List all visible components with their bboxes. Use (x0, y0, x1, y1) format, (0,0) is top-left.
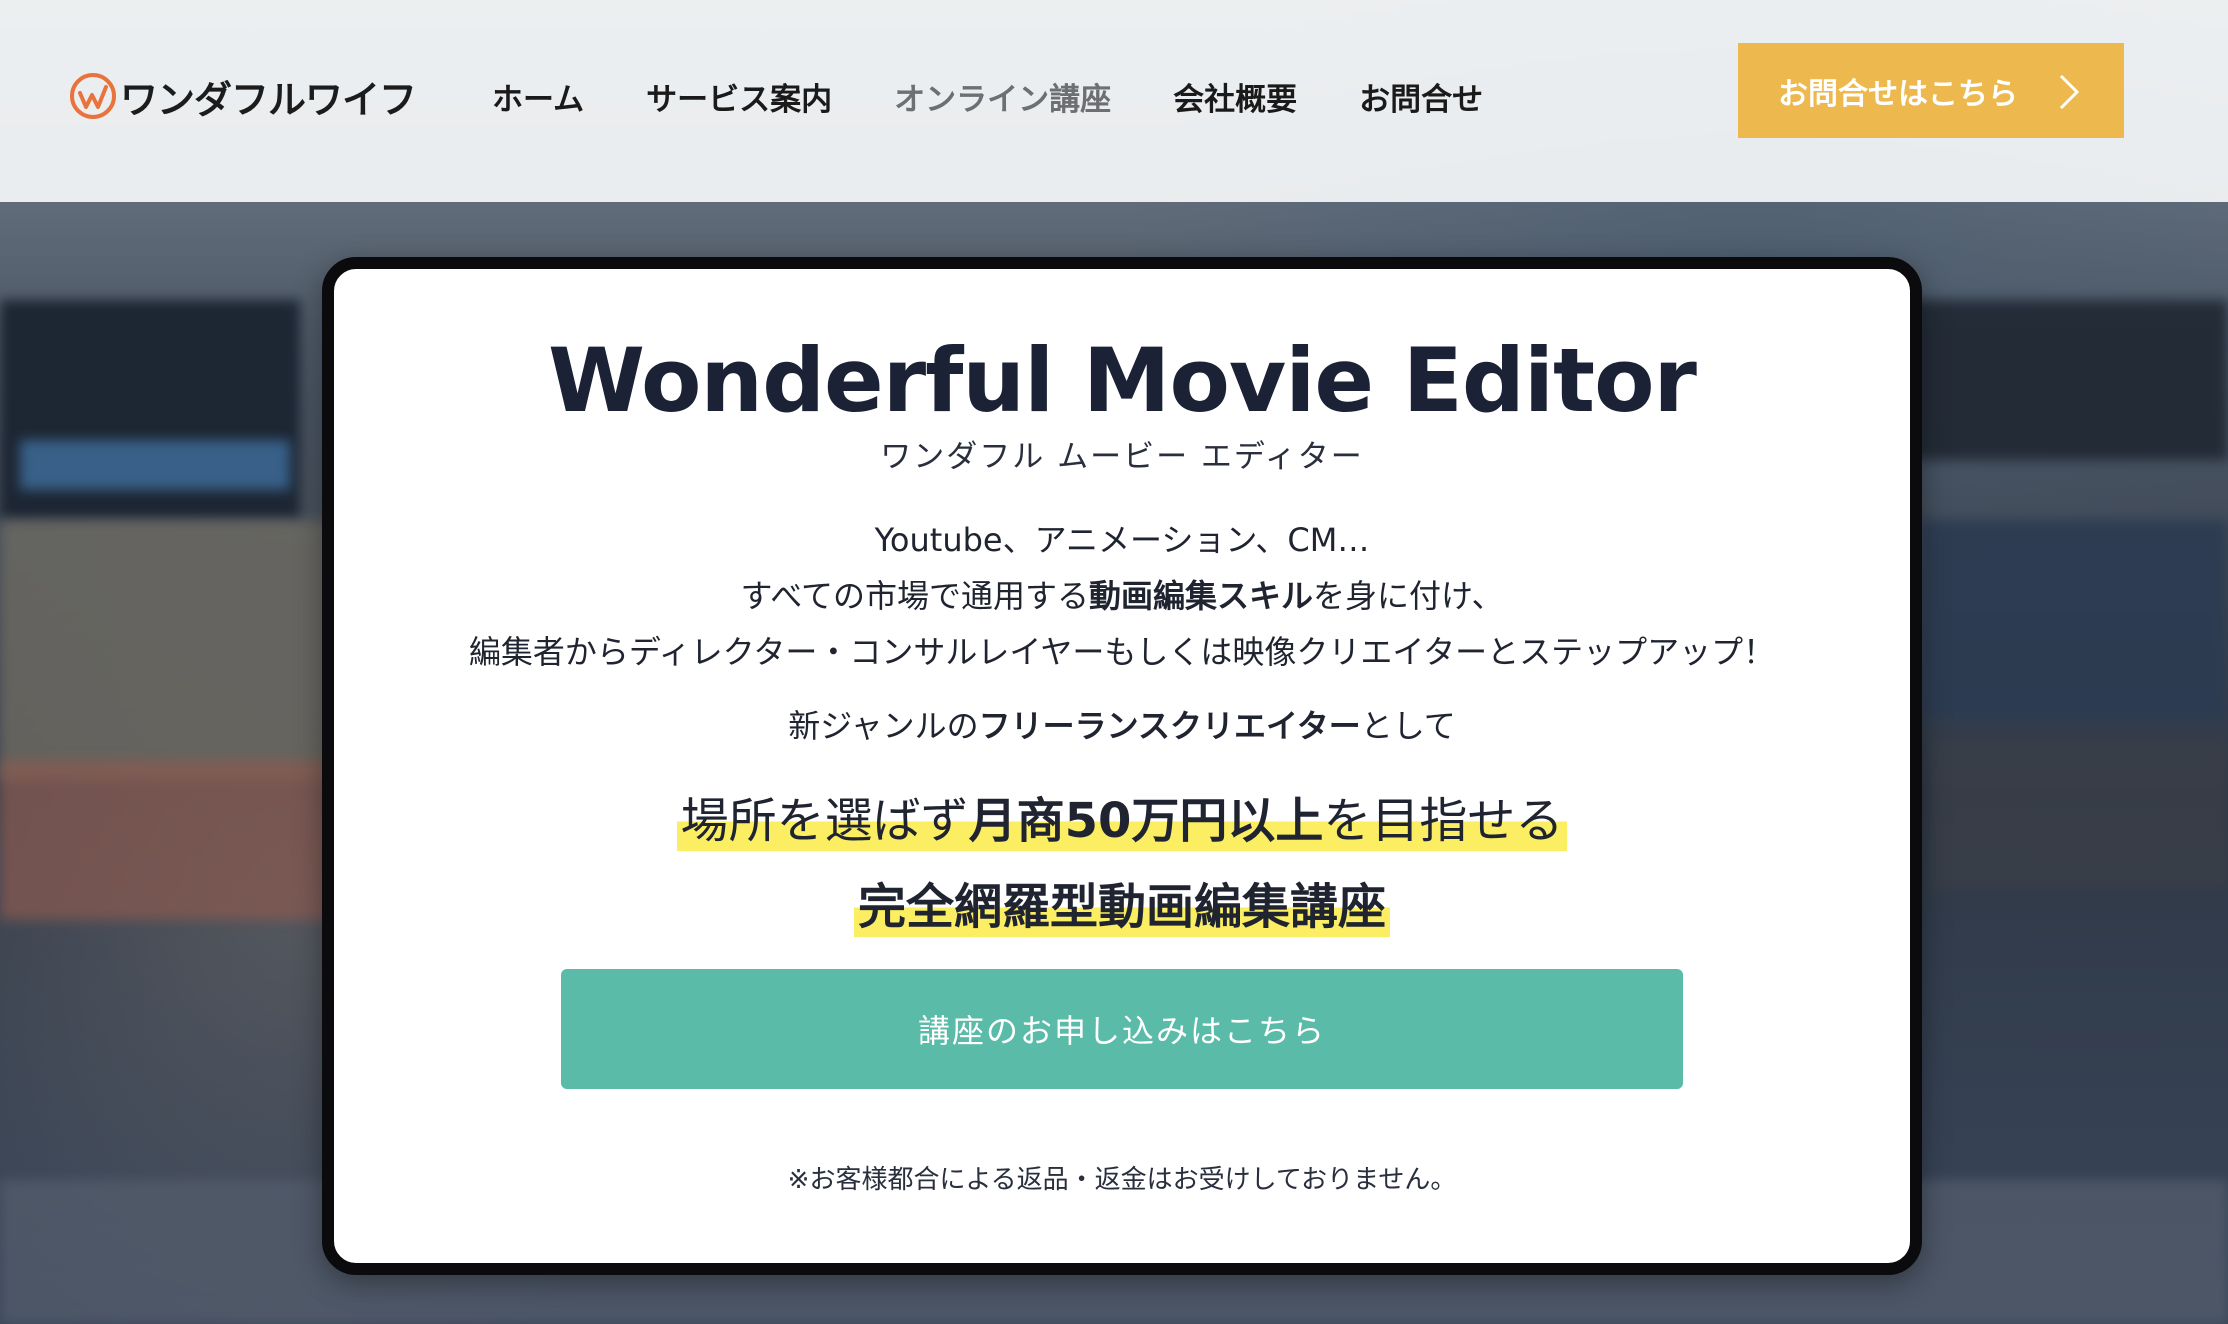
contact-cta-button[interactable]: お問合せはこちら (1738, 43, 2124, 138)
site-header: ワンダフルワイフ ホーム サービス案内 オンライン講座 会社概要 お問合せ お問… (0, 0, 2228, 202)
description-line-3: 編集者からディレクター・コンサルレイヤーもしくは映像クリエイターとステップアップ… (468, 633, 1776, 671)
main-nav: ホーム サービス案内 オンライン講座 会社概要 お問合せ (492, 66, 1483, 126)
apply-course-button[interactable]: 講座のお申し込みはこちら (561, 969, 1683, 1089)
headline-course: 完全網羅型動画編集講座 (334, 867, 1910, 937)
revenue-emphasis: 月商50万円以上 (968, 793, 1324, 849)
site-logo[interactable]: ワンダフルワイフ (70, 66, 417, 126)
skill-emphasis: 動画編集スキル (1089, 577, 1314, 615)
nav-item-services[interactable]: サービス案内 (646, 74, 832, 119)
apply-course-label: 講座のお申し込みはこちら (917, 1012, 1326, 1050)
nav-item-home[interactable]: ホーム (492, 74, 584, 119)
headline-revenue: 場所を選ばず月商50万円以上を目指せる (334, 781, 1910, 851)
chevron-right-icon (2059, 74, 2080, 110)
refund-note: ※お客様都合による返品・返金はお受けしておりません。 (787, 1165, 1457, 1195)
page-subtitle: ワンダフル ムービー エディター (880, 439, 1364, 475)
nav-item-contact[interactable]: お問合せ (1359, 74, 1483, 119)
description-line-1: Youtube、アニメーション、CM… (874, 521, 1370, 559)
page-title: Wonderful Movie Editor (548, 329, 1697, 432)
logo-text: ワンダフルワイフ (120, 77, 417, 122)
contact-cta-label: お問合せはこちら (1778, 76, 2018, 112)
hero-card: Wonderful Movie Editor ワンダフル ムービー エディター … (322, 257, 1922, 1275)
freelance-line: 新ジャンルのフリーランスクリエイターとして (788, 707, 1456, 745)
nav-item-company[interactable]: 会社概要 (1173, 74, 1297, 119)
nav-item-online-course[interactable]: オンライン講座 (894, 74, 1111, 119)
freelance-emphasis: フリーランスクリエイター (978, 707, 1361, 745)
description-line-2: すべての市場で通用する動画編集スキルを身に付け、 (740, 577, 1504, 615)
logo-chart-icon (70, 73, 116, 119)
